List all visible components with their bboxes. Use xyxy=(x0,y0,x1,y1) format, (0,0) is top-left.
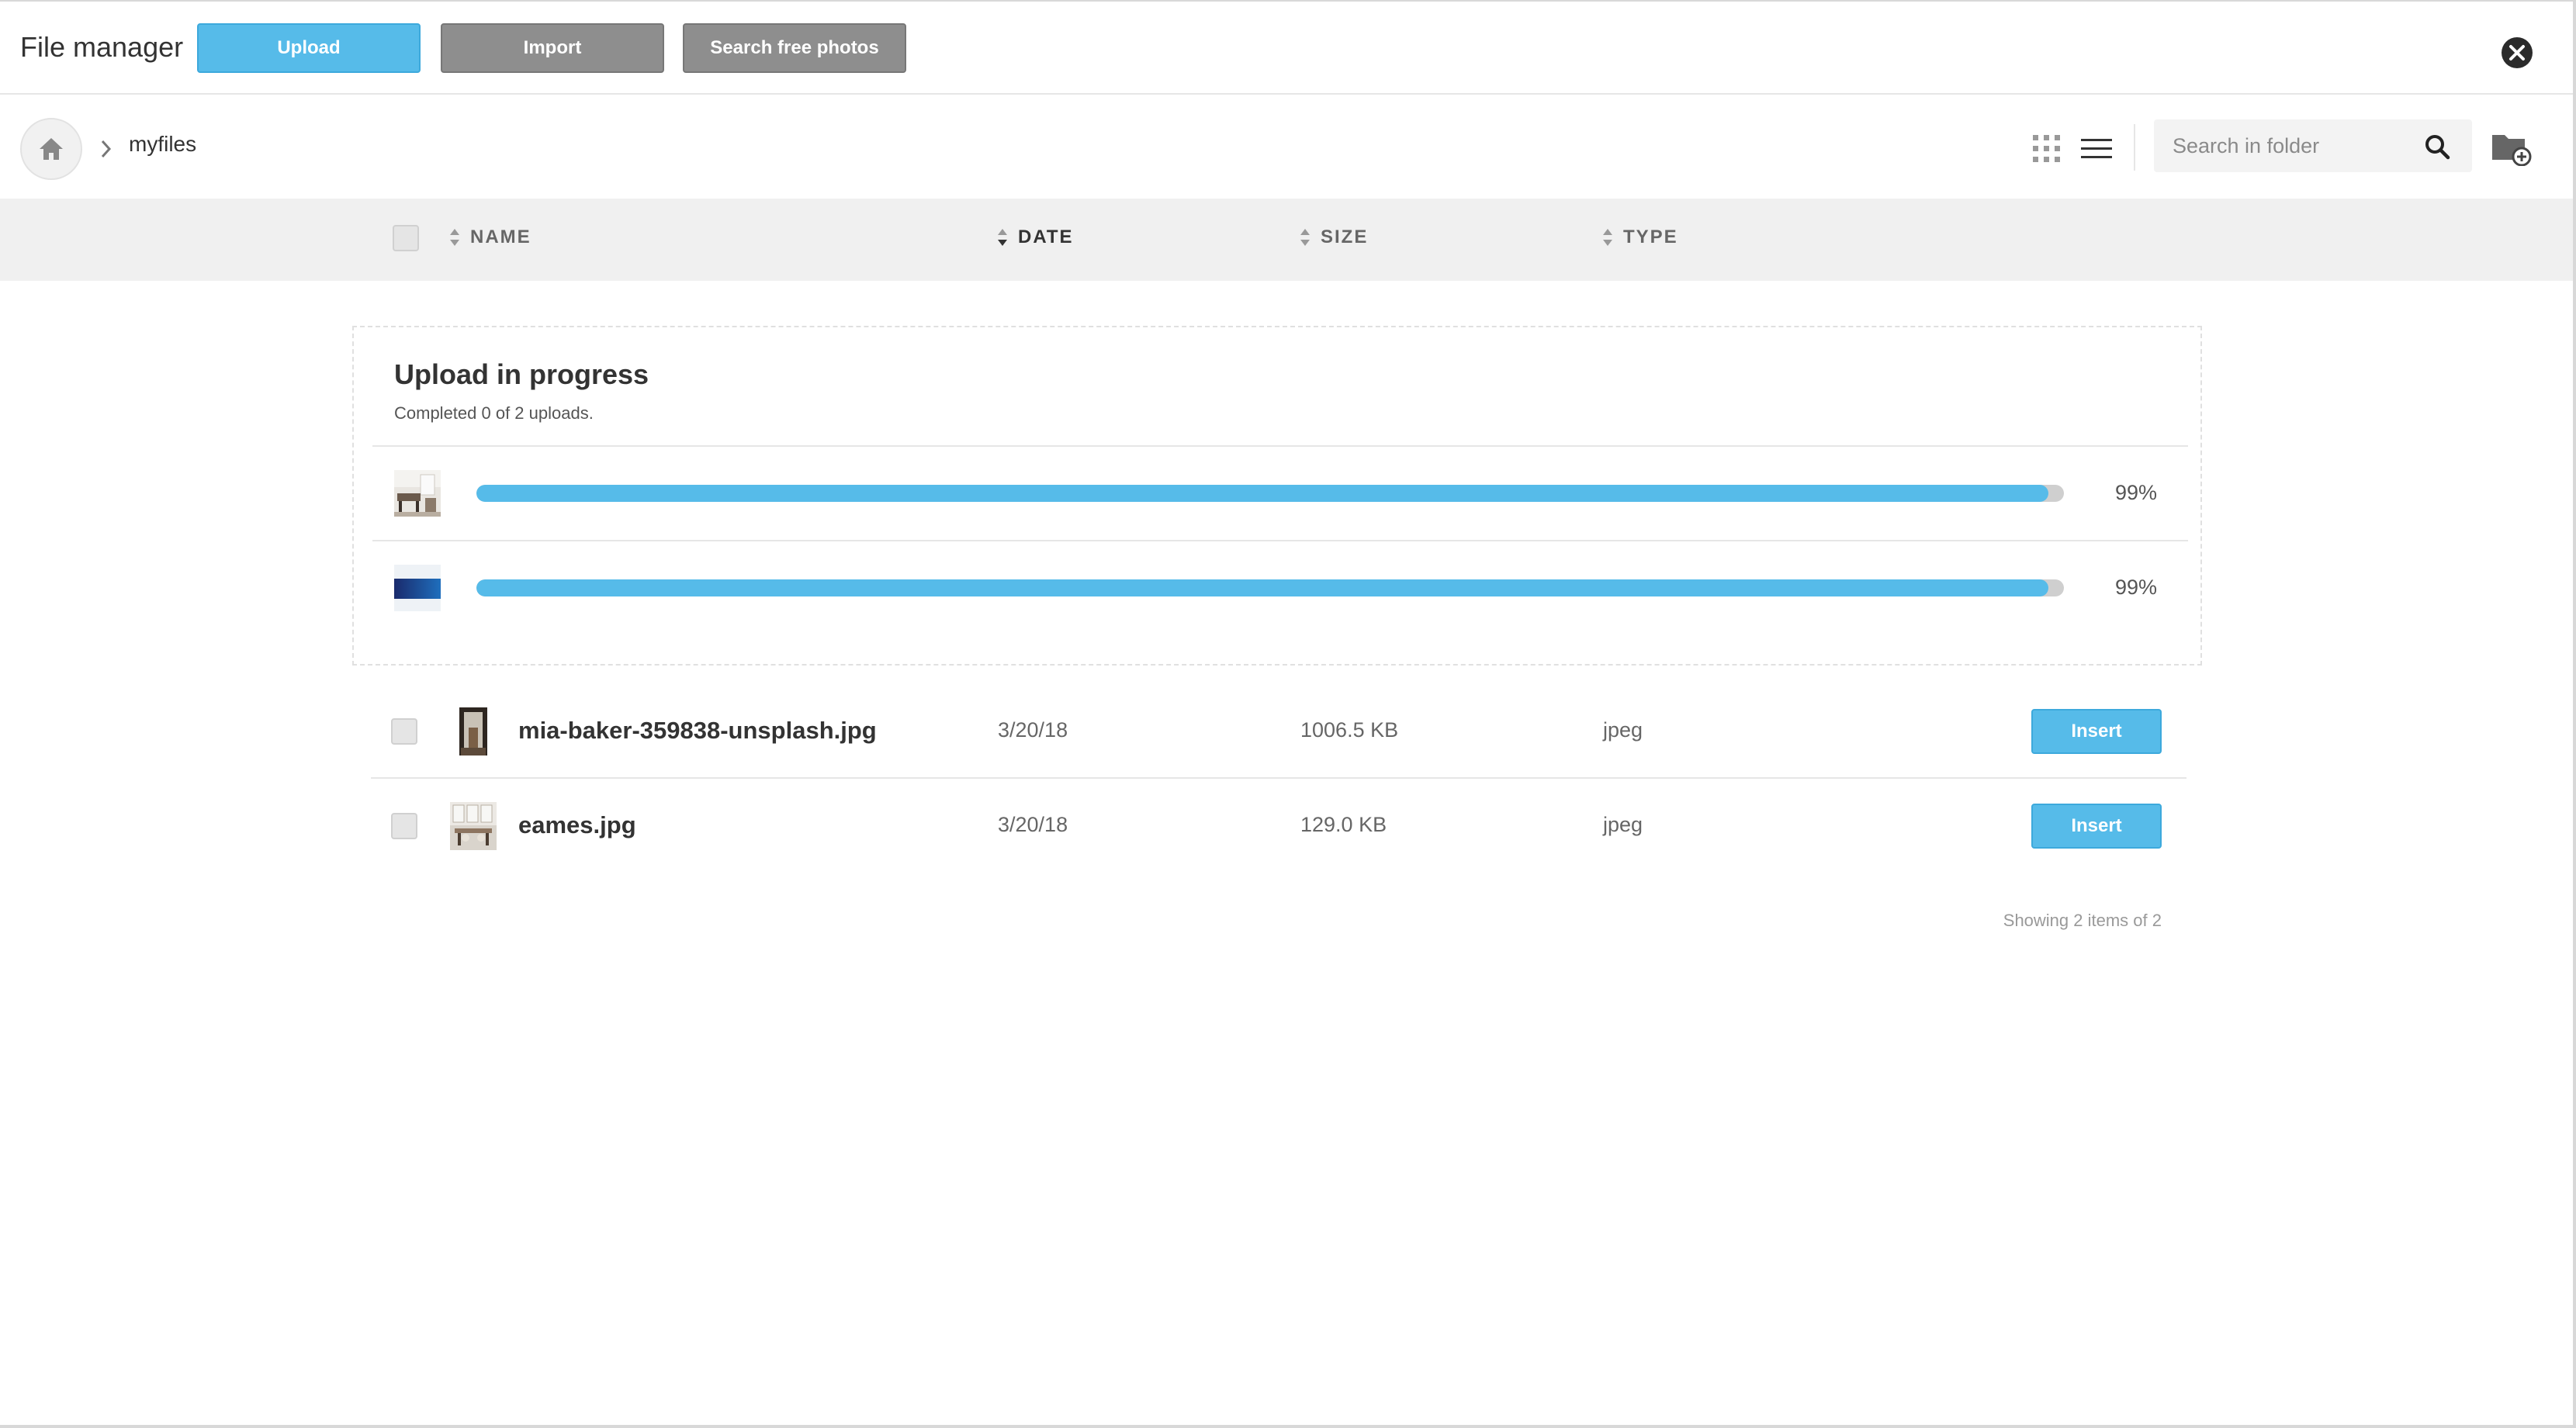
search-box xyxy=(2154,119,2472,172)
column-label-type: TYPE xyxy=(1623,226,1678,247)
blue-gradient-thumbnail xyxy=(394,565,441,611)
file-type: jpeg xyxy=(1603,813,1643,836)
column-label-name: NAME xyxy=(470,226,531,247)
select-all-checkbox[interactable] xyxy=(393,225,419,251)
upload-item: 99% xyxy=(372,445,2188,538)
file-row: mia-baker-359838-unsplash.jpg 3/20/18 10… xyxy=(371,684,2186,779)
file-size: 1006.5 KB xyxy=(1300,718,1399,742)
home-icon xyxy=(40,138,63,160)
close-icon[interactable] xyxy=(2500,36,2534,70)
upload-status: Completed 0 of 2 uploads. xyxy=(394,403,594,423)
column-header-type[interactable]: TYPE xyxy=(1601,226,1678,248)
upload-item: 99% xyxy=(372,540,2188,633)
pagination-summary: Showing 2 items of 2 xyxy=(2003,911,2162,930)
insert-button[interactable]: Insert xyxy=(2031,804,2162,849)
sort-icon xyxy=(1603,229,1612,246)
upload-thumbnail xyxy=(394,565,441,611)
chevron-right-icon xyxy=(101,140,112,158)
sort-icon xyxy=(1300,229,1310,246)
upload-progress-bar xyxy=(476,579,2064,596)
interior-photo-thumbnail xyxy=(394,470,441,517)
home-button[interactable] xyxy=(20,118,82,180)
sort-icon xyxy=(450,229,459,246)
list-view-icon[interactable] xyxy=(2079,137,2114,161)
search-icon[interactable] xyxy=(2424,133,2450,160)
file-type: jpeg xyxy=(1603,718,1643,742)
file-manager-window: File manager Upload Import Search free p… xyxy=(0,0,2576,1428)
file-thumbnail xyxy=(450,707,497,755)
new-folder-icon[interactable] xyxy=(2491,130,2533,166)
file-thumbnail xyxy=(450,802,497,850)
file-size: 129.0 KB xyxy=(1300,813,1387,836)
toolbar-divider xyxy=(2134,124,2135,171)
file-date: 3/20/18 xyxy=(998,718,1068,742)
upload-progress-label: 99% xyxy=(2114,481,2157,504)
toolbar: myfiles xyxy=(0,96,2573,199)
upload-progress-panel: Upload in progress Completed 0 of 2 uplo… xyxy=(352,326,2202,666)
column-header-date[interactable]: DATE xyxy=(996,226,1074,248)
upload-progress-label: 99% xyxy=(2114,576,2157,599)
import-button[interactable]: Import xyxy=(441,23,664,73)
file-name[interactable]: eames.jpg xyxy=(518,811,636,839)
search-free-photos-button[interactable]: Search free photos xyxy=(683,23,906,73)
grid-view-icon[interactable] xyxy=(2031,133,2062,164)
file-name[interactable]: mia-baker-359838-unsplash.jpg xyxy=(518,717,877,745)
doorway-photo-thumbnail xyxy=(450,707,497,755)
column-header-size[interactable]: SIZE xyxy=(1299,226,1368,248)
upload-progress-fill xyxy=(476,485,2048,502)
app-title: File manager xyxy=(20,31,184,63)
upload-progress-bar xyxy=(476,485,2064,502)
column-header-name[interactable]: NAME xyxy=(448,226,531,248)
insert-button[interactable]: Insert xyxy=(2031,709,2162,754)
upload-thumbnail xyxy=(394,470,441,517)
sort-descending-icon xyxy=(998,229,1007,246)
file-date: 3/20/18 xyxy=(998,813,1068,836)
breadcrumb-folder[interactable]: myfiles xyxy=(129,132,196,157)
column-label-size: SIZE xyxy=(1321,226,1369,247)
column-label-date: DATE xyxy=(1018,226,1074,247)
upload-progress-fill xyxy=(476,579,2048,596)
file-checkbox[interactable] xyxy=(391,718,417,745)
file-row: eames.jpg 3/20/18 129.0 KB jpeg Insert xyxy=(371,779,2186,873)
upload-button[interactable]: Upload xyxy=(197,23,421,73)
file-checkbox[interactable] xyxy=(391,813,417,839)
upload-title: Upload in progress xyxy=(394,358,649,390)
column-header-bar: NAME DATE SIZE TYPE xyxy=(0,199,2573,281)
header: File manager Upload Import Search free p… xyxy=(0,2,2573,95)
dining-room-photo-thumbnail xyxy=(450,802,497,850)
search-input[interactable] xyxy=(2154,119,2418,172)
